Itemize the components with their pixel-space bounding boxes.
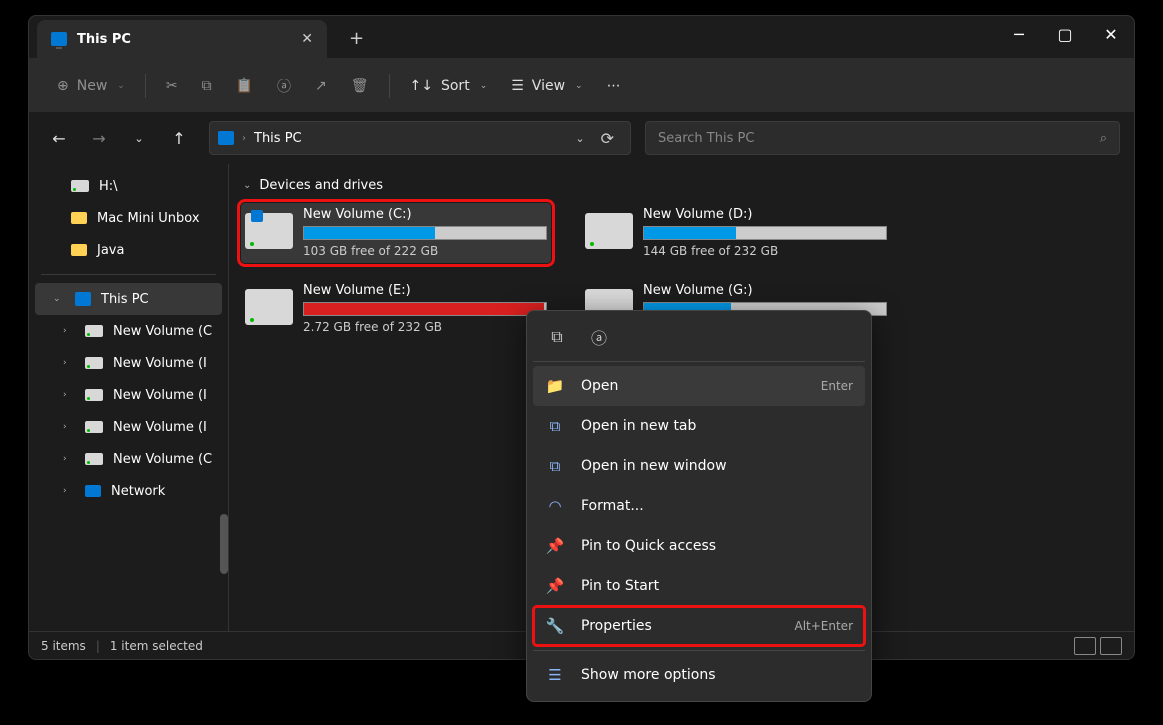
search-input[interactable]: Search This PC ⌕ — [645, 121, 1120, 155]
drive-name: New Volume (C:) — [303, 207, 547, 222]
drive-usage-bar — [303, 302, 547, 316]
context-menu-item[interactable]: 📌 Pin to Quick access — [533, 526, 865, 566]
sidebar-volume-item[interactable]: ›New Volume (I — [29, 411, 228, 443]
copy-button[interactable]: ⧉ — [192, 68, 222, 104]
drive-name: New Volume (G:) — [643, 283, 887, 298]
context-item-label: Show more options — [581, 667, 716, 683]
recent-button[interactable]: ⌄ — [123, 122, 155, 154]
paste-button[interactable]: 📋 — [226, 68, 263, 104]
context-item-label: Pin to Quick access — [581, 538, 716, 554]
drive-free-text: 144 GB free of 232 GB — [643, 244, 887, 258]
context-item-label: Open in new tab — [581, 418, 696, 434]
format-icon: ◠ — [545, 497, 565, 515]
close-tab-icon[interactable]: ✕ — [301, 31, 313, 47]
drive-item[interactable]: New Volume (C:) 103 GB free of 222 GB — [241, 203, 551, 263]
sidebar-volume-item[interactable]: ›New Volume (I — [29, 379, 228, 411]
navigation-pane: H:\Mac Mini UnboxJava ⌄ This PC ›New Vol… — [29, 164, 229, 631]
delete-button[interactable]: 🗑 — [341, 68, 379, 104]
ctx-copy-icon[interactable]: ⧉ — [545, 325, 569, 349]
folder-icon: 📁 — [545, 377, 565, 395]
context-menu-item[interactable]: ⧉ Open in new tab — [533, 406, 865, 446]
rename-button[interactable]: ⓐ — [267, 68, 301, 104]
context-shortcut: Enter — [821, 379, 853, 393]
drive-free-text: 103 GB free of 222 GB — [303, 244, 547, 258]
maximize-button[interactable]: ▢ — [1042, 16, 1088, 52]
view-button[interactable]: ☰ View⌄ — [501, 68, 592, 104]
new-tab-button[interactable]: + — [349, 28, 364, 49]
sort-button[interactable]: ↑↓ Sort⌄ — [400, 68, 498, 104]
location-icon — [218, 131, 234, 145]
sidebar-volume-item[interactable]: ›New Volume (C — [29, 315, 228, 347]
context-shortcut: Alt+Enter — [794, 619, 853, 633]
context-item-label: Open in new window — [581, 458, 727, 474]
more-icon: ☰ — [545, 666, 565, 684]
sidebar-item-network[interactable]: ›Network — [29, 475, 228, 507]
drive-icon — [245, 289, 293, 325]
newtab-icon: ⧉ — [545, 417, 565, 435]
navigation-row: ← → ⌄ ↑ › This PC ⌄ ⟳ Search This PC ⌕ — [29, 112, 1134, 164]
context-item-label: Properties — [581, 618, 652, 634]
context-menu-item[interactable]: ◠ Format... — [533, 486, 865, 526]
drive-name: New Volume (E:) — [303, 283, 547, 298]
address-bar[interactable]: › This PC ⌄ ⟳ — [209, 121, 631, 155]
sidebar-quick-item[interactable]: H:\ — [29, 170, 228, 202]
drive-icon — [585, 213, 633, 249]
share-button[interactable]: ↗ — [305, 68, 337, 104]
sidebar-quick-item[interactable]: Mac Mini Unbox — [29, 202, 228, 234]
close-window-button[interactable]: ✕ — [1088, 16, 1134, 52]
search-placeholder: Search This PC — [658, 131, 754, 146]
breadcrumb-location[interactable]: This PC — [254, 131, 302, 146]
address-chevron-icon[interactable]: ⌄ — [575, 132, 584, 145]
sidebar-volume-item[interactable]: ›New Volume (C — [29, 443, 228, 475]
context-item-label: Format... — [581, 498, 644, 514]
drive-item[interactable]: New Volume (E:) 2.72 GB free of 232 GB — [241, 279, 551, 339]
drive-icon — [245, 213, 293, 249]
up-button[interactable]: ↑ — [163, 122, 195, 154]
context-menu-item[interactable]: ☰ Show more options — [533, 655, 865, 695]
drive-free-text: 2.72 GB free of 232 GB — [303, 320, 547, 334]
pin-icon: 📌 — [545, 577, 565, 595]
newwin-icon: ⧉ — [545, 457, 565, 475]
ctx-rename-icon[interactable]: ⓐ — [587, 325, 611, 349]
context-item-label: Open — [581, 378, 618, 394]
context-menu-item[interactable]: 📁 Open Enter — [533, 366, 865, 406]
tab-this-pc[interactable]: This PC ✕ — [37, 20, 327, 58]
title-bar: This PC ✕ + ─ ▢ ✕ — [29, 16, 1134, 58]
status-selected: 1 item selected — [110, 639, 203, 653]
tab-title: This PC — [77, 32, 291, 47]
context-menu: ⧉ ⓐ 📁 Open Enter ⧉ Open in new tab ⧉ Open in n… — [526, 310, 872, 702]
drive-name: New Volume (D:) — [643, 207, 887, 222]
minimize-button[interactable]: ─ — [996, 16, 1042, 52]
group-header[interactable]: ⌄ Devices and drives — [243, 178, 1122, 193]
context-menu-item[interactable]: ⧉ Open in new window — [533, 446, 865, 486]
sidebar-volume-item[interactable]: ›New Volume (I — [29, 347, 228, 379]
command-bar: ⊕ New⌄ ✂ ⧉ 📋 ⓐ ↗ 🗑 ↑↓ Sort⌄ ☰ View⌄ ⋯ — [29, 58, 1134, 112]
details-view-button[interactable] — [1074, 637, 1096, 655]
drive-item[interactable]: New Volume (D:) 144 GB free of 232 GB — [581, 203, 891, 263]
new-button[interactable]: ⊕ New⌄ — [47, 68, 135, 104]
pin-icon: 📌 — [545, 537, 565, 555]
sidebar-item-this-pc[interactable]: ⌄ This PC — [35, 283, 222, 315]
refresh-button[interactable]: ⟳ — [601, 129, 614, 148]
drive-usage-bar — [303, 226, 547, 240]
more-button[interactable]: ⋯ — [597, 68, 631, 104]
cut-button[interactable]: ✂ — [156, 68, 188, 104]
context-item-label: Pin to Start — [581, 578, 659, 594]
search-icon: ⌕ — [1100, 131, 1107, 146]
context-menu-item[interactable]: 📌 Pin to Start — [533, 566, 865, 606]
drive-usage-bar — [643, 226, 887, 240]
forward-button[interactable]: → — [83, 122, 115, 154]
this-pc-icon — [51, 32, 67, 46]
sidebar-scrollbar[interactable] — [220, 514, 228, 574]
sidebar-quick-item[interactable]: Java — [29, 234, 228, 266]
wrench-icon: 🔧 — [545, 617, 565, 635]
icons-view-button[interactable] — [1100, 637, 1122, 655]
status-count: 5 items — [41, 639, 86, 653]
context-menu-item[interactable]: 🔧 Properties Alt+Enter — [533, 606, 865, 646]
back-button[interactable]: ← — [43, 122, 75, 154]
